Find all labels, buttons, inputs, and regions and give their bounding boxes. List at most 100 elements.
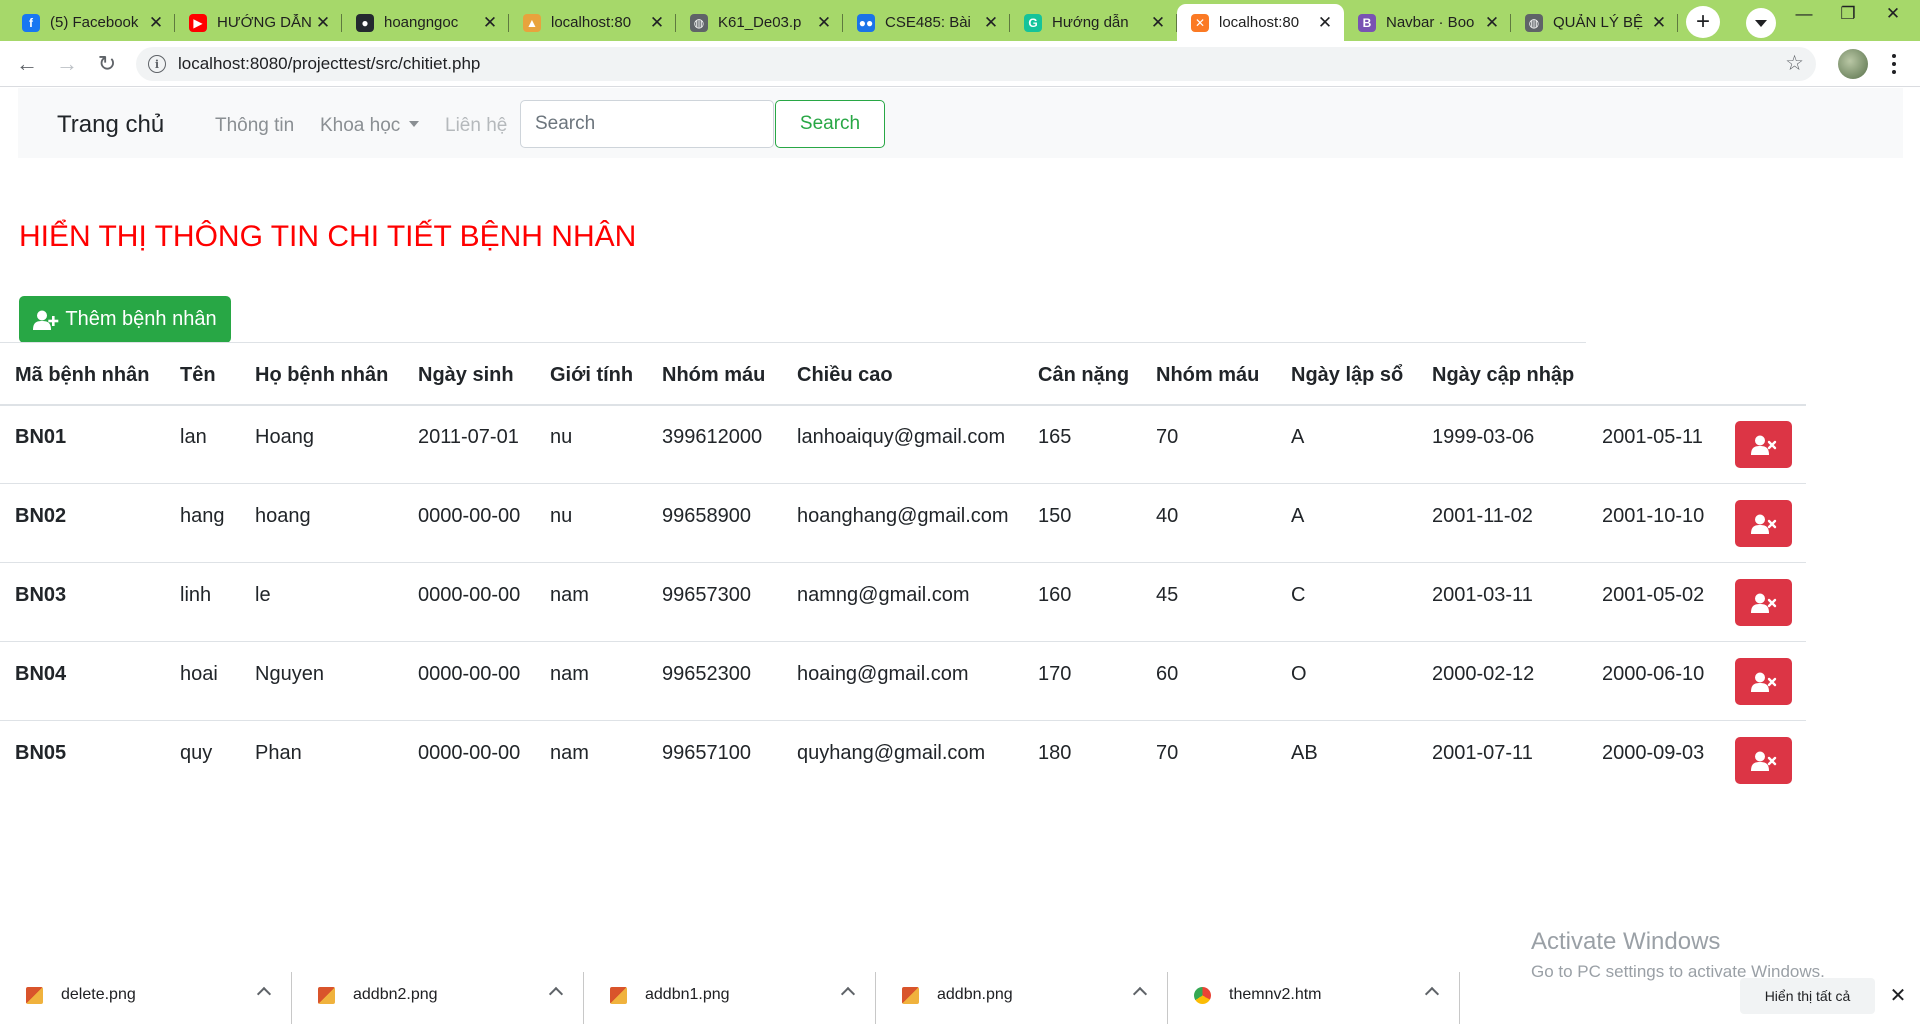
url-text: localhost:8080/projecttest/src/chitiet.p… bbox=[178, 54, 481, 73]
download-item[interactable]: addbn2.png bbox=[292, 960, 584, 1032]
table-row-border bbox=[0, 483, 1806, 484]
download-item[interactable]: themnv2.htm bbox=[1168, 960, 1460, 1032]
browser-tab[interactable]: f (5) Facebook ✕ bbox=[8, 4, 175, 41]
close-tab-icon[interactable]: ✕ bbox=[1316, 13, 1334, 33]
address-bar[interactable]: i localhost:8080/projecttest/src/chitiet… bbox=[136, 47, 1816, 81]
browser-tab[interactable]: ● hoangngoc ✕ bbox=[342, 4, 509, 41]
close-shelf-icon[interactable]: ✕ bbox=[1886, 983, 1910, 1007]
delete-patient-button[interactable] bbox=[1735, 500, 1792, 547]
tab-title: localhost:80 bbox=[1219, 14, 1300, 31]
delete-patient-button[interactable] bbox=[1735, 579, 1792, 626]
table-top-border bbox=[0, 342, 1586, 343]
download-item[interactable]: delete.png bbox=[0, 960, 292, 1032]
chevron-up-icon[interactable] bbox=[548, 986, 564, 1002]
minimize-button[interactable]: — bbox=[1781, 0, 1827, 28]
browser-tab[interactable]: ▶ HƯỚNG DẪN ✕ bbox=[175, 4, 342, 41]
tab-search-button[interactable] bbox=[1746, 8, 1776, 38]
navbar: Trang chủ Thông tin Khoa học Liên hệ Sea… bbox=[18, 88, 1903, 158]
facebook-icon: f bbox=[22, 13, 40, 32]
table-cell: 99652300 bbox=[662, 663, 751, 685]
browser-tab[interactable]: ●● CSE485: Bài ✕ bbox=[843, 4, 1010, 41]
table-cell: 2001-07-11 bbox=[1432, 742, 1533, 764]
page-title: HIỂN THỊ THÔNG TIN CHI TIẾT BỆNH NHÂN bbox=[19, 220, 637, 253]
table-cell: C bbox=[1291, 584, 1306, 606]
chrome-file-icon bbox=[1194, 987, 1211, 1004]
table-cell: 150 bbox=[1038, 505, 1072, 527]
close-tab-icon[interactable]: ✕ bbox=[815, 13, 833, 33]
browser-menu-button[interactable] bbox=[1884, 49, 1904, 79]
back-button[interactable]: ← bbox=[13, 50, 41, 78]
table-header-col-record-date: Ngày lập sổ bbox=[1291, 364, 1404, 386]
table-cell: 170 bbox=[1038, 663, 1072, 685]
table-cell: hoai bbox=[180, 663, 218, 685]
table-cell: lan bbox=[180, 426, 207, 448]
table-row-border bbox=[0, 641, 1806, 642]
user-plus-icon bbox=[33, 310, 59, 330]
table-cell: 99658900 bbox=[662, 505, 751, 527]
close-tab-icon[interactable]: ✕ bbox=[648, 13, 666, 33]
table-header-col-last-name: Họ bệnh nhân bbox=[255, 364, 389, 386]
close-tab-icon[interactable]: ✕ bbox=[982, 13, 1000, 33]
table-header-col-update-date: Ngày cập nhập bbox=[1432, 364, 1575, 386]
show-all-downloads-button[interactable]: Hiển thị tất cả bbox=[1740, 978, 1875, 1014]
browser-tab[interactable]: ▲ localhost:80 ✕ bbox=[509, 4, 676, 41]
table-cell: BN02 bbox=[15, 505, 67, 527]
activate-windows-title: Activate Windows bbox=[1531, 928, 1721, 955]
table-cell: le bbox=[255, 584, 271, 606]
table-cell: quyhang@gmail.com bbox=[797, 742, 986, 764]
close-window-button[interactable]: ✕ bbox=[1870, 0, 1916, 28]
download-item[interactable]: addbn.png bbox=[876, 960, 1168, 1032]
image-file-icon bbox=[26, 987, 43, 1004]
table-cell: 0000-00-00 bbox=[418, 584, 521, 606]
table-cell: linh bbox=[180, 584, 212, 606]
browser-tab[interactable]: ◍ QUẢN LÝ BỆ ✕ bbox=[1511, 4, 1678, 41]
tab-title: localhost:80 bbox=[551, 14, 632, 31]
table-header-col-blood-type-2: Nhóm máu bbox=[1156, 364, 1260, 386]
chevron-up-icon[interactable] bbox=[1424, 986, 1440, 1002]
delete-patient-button[interactable] bbox=[1735, 421, 1792, 468]
download-item[interactable]: addbn1.png bbox=[584, 960, 876, 1032]
youtube-icon: ▶ bbox=[189, 13, 207, 32]
table-cell: Hoang bbox=[255, 426, 314, 448]
browser-tab[interactable]: ◍ K61_De03.p ✕ bbox=[676, 4, 843, 41]
table-cell: 2001-03-11 bbox=[1432, 584, 1533, 606]
browser-tab[interactable]: G Hướng dẫn ✕ bbox=[1010, 4, 1177, 41]
chevron-up-icon[interactable] bbox=[1132, 986, 1148, 1002]
close-tab-icon[interactable]: ✕ bbox=[1483, 13, 1501, 33]
delete-patient-button[interactable] bbox=[1735, 658, 1792, 705]
profile-avatar[interactable] bbox=[1838, 49, 1868, 79]
new-tab-button[interactable]: + bbox=[1686, 6, 1720, 38]
tab-strip: f (5) Facebook ✕ ▶ HƯỚNG DẪN ✕ ● hoangngoc ✕ ▲ loc… bbox=[0, 0, 1920, 41]
navbar-brand[interactable]: Trang chủ bbox=[57, 111, 164, 139]
chevron-up-icon[interactable] bbox=[256, 986, 272, 1002]
restore-button[interactable]: ❐ bbox=[1825, 0, 1871, 28]
forward-button[interactable]: → bbox=[53, 50, 81, 78]
browser-tab[interactable]: ✕ localhost:80 ✕ bbox=[1177, 4, 1344, 41]
table-header-col-blood-type: Nhóm máu bbox=[662, 364, 766, 386]
nav-dropdown-departments[interactable]: Khoa học bbox=[320, 115, 420, 137]
nav-link-contact[interactable]: Liên hệ bbox=[445, 115, 507, 137]
close-tab-icon[interactable]: ✕ bbox=[147, 13, 165, 33]
browser-tab[interactable]: B Navbar · Boo ✕ bbox=[1344, 4, 1511, 41]
chevron-up-icon[interactable] bbox=[840, 986, 856, 1002]
reload-button[interactable]: ↻ bbox=[93, 50, 121, 78]
table-cell: A bbox=[1291, 426, 1305, 448]
info-icon[interactable]: i bbox=[148, 55, 166, 73]
bookmark-star-icon[interactable]: ☆ bbox=[1785, 51, 1804, 76]
search-input[interactable] bbox=[520, 100, 774, 148]
browser-toolbar: ← → ↻ i localhost:8080/projecttest/src/c… bbox=[0, 41, 1920, 87]
table-cell: 1999-03-06 bbox=[1432, 426, 1535, 448]
close-tab-icon[interactable]: ✕ bbox=[481, 13, 499, 33]
tab-title: Hướng dẫn bbox=[1052, 14, 1129, 31]
bootstrap-icon: B bbox=[1358, 13, 1376, 32]
close-tab-icon[interactable]: ✕ bbox=[314, 13, 332, 33]
table-cell: 0000-00-00 bbox=[418, 505, 521, 527]
user-times-icon bbox=[1750, 435, 1776, 455]
add-patient-button[interactable]: Thêm bệnh nhân bbox=[19, 296, 231, 343]
table-header-col-first-name: Tên bbox=[180, 364, 216, 386]
nav-link-info[interactable]: Thông tin bbox=[215, 115, 294, 137]
close-tab-icon[interactable]: ✕ bbox=[1650, 13, 1668, 33]
search-button[interactable]: Search bbox=[775, 100, 885, 148]
delete-patient-button[interactable] bbox=[1735, 737, 1792, 784]
close-tab-icon[interactable]: ✕ bbox=[1149, 13, 1167, 33]
